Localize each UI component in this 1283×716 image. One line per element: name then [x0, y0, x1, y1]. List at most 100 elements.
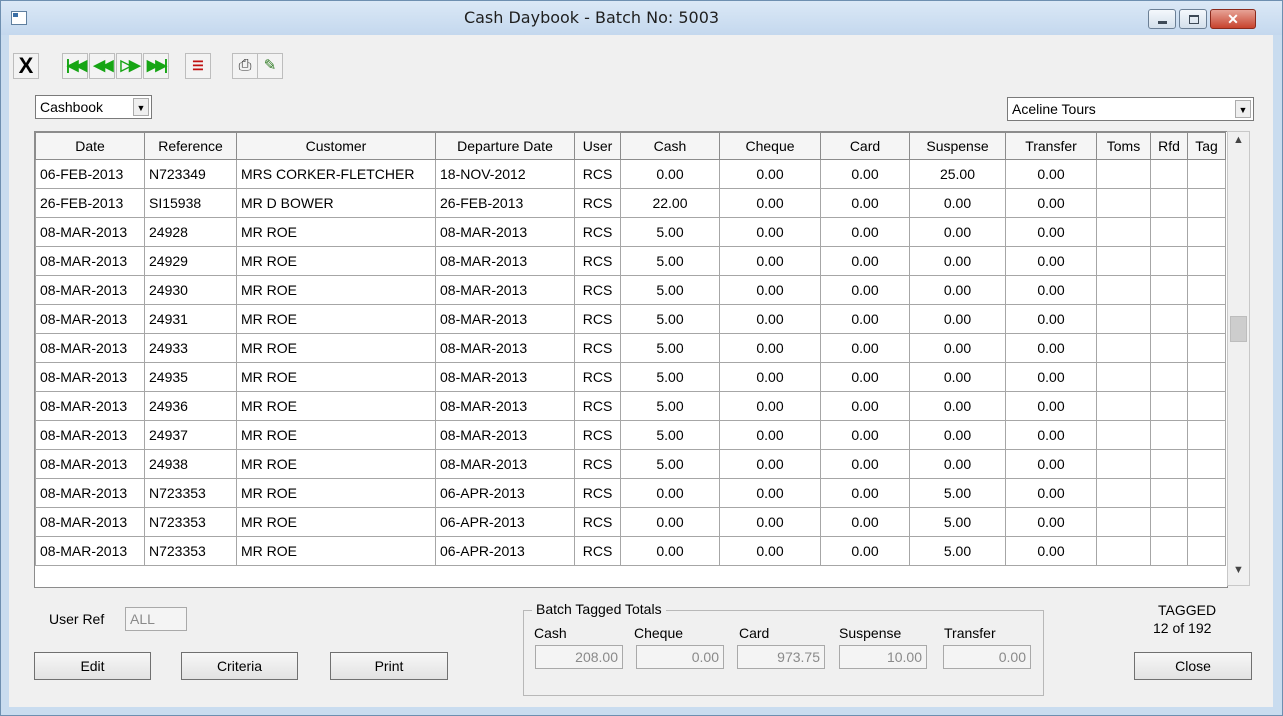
table-cell — [1187, 246, 1226, 276]
column-header[interactable]: Toms — [1096, 132, 1151, 160]
table-cell: 0.00 — [909, 304, 1006, 334]
table-cell — [1187, 217, 1226, 247]
chevron-down-icon[interactable]: ▼ — [133, 98, 149, 116]
table-cell: 08-MAR-2013 — [35, 304, 145, 334]
table-cell: MR ROE — [236, 304, 436, 334]
column-header[interactable]: Customer — [236, 132, 436, 160]
table-cell: 5.00 — [909, 507, 1006, 537]
table-row[interactable]: 08-MAR-2013 24933 MR ROE 08-MAR-2013 RCS 5.00… — [35, 333, 1226, 363]
table-cell: 0.00 — [719, 188, 821, 218]
table-row[interactable]: 26-FEB-2013 SI15938 MR D BOWER 26-FEB-2013 R… — [35, 188, 1226, 218]
table-row[interactable]: 06-FEB-2013 N723349 MRS CORKER-FLETCHER 18-… — [35, 159, 1226, 189]
column-header[interactable]: Transfer — [1005, 132, 1097, 160]
table-cell: 22.00 — [620, 188, 720, 218]
table-cell: 08-MAR-2013 — [435, 362, 575, 392]
next-record-icon[interactable]: ▷▶ — [116, 53, 142, 79]
form-view-icon[interactable]: ☰ — [185, 53, 211, 79]
column-header[interactable]: Rfd — [1150, 132, 1188, 160]
table-cell — [1150, 159, 1188, 189]
close-window-button[interactable]: ✕ — [1210, 9, 1256, 29]
table-cell: 25.00 — [909, 159, 1006, 189]
table-cell: 0.00 — [820, 275, 910, 305]
toolbar: X |◀◀ ◀◀ ▷▶ ▶▶| ☰ ⎙ ✎ — [9, 35, 1273, 89]
table-cell — [1096, 536, 1151, 566]
table-row[interactable]: 08-MAR-2013 24936 MR ROE 08-MAR-2013 RCS 5.00… — [35, 391, 1226, 421]
printer-icon[interactable]: ⎙ — [232, 53, 258, 79]
transactions-grid[interactable]: Date Reference Customer Departure Date U… — [34, 131, 1228, 588]
table-cell: 0.00 — [1005, 362, 1097, 392]
grid-scrollbar[interactable]: ▲ ▼ — [1227, 131, 1250, 586]
table-row[interactable]: 08-MAR-2013 24931 MR ROE 08-MAR-2013 RCS 5.00… — [35, 304, 1226, 334]
totals-suspense-field: 10.00 — [839, 645, 927, 669]
table-cell: 08-MAR-2013 — [35, 275, 145, 305]
table-cell — [1150, 449, 1188, 479]
last-record-icon[interactable]: ▶▶| — [143, 53, 169, 79]
window-title: Cash Daybook - Batch No: 5003 — [463, 8, 720, 27]
close-button[interactable]: Close — [1134, 652, 1252, 680]
table-cell: 0.00 — [909, 217, 1006, 247]
maximize-button[interactable] — [1179, 9, 1207, 29]
table-cell — [1150, 536, 1188, 566]
table-cell: 08-MAR-2013 — [35, 536, 145, 566]
table-cell: 0.00 — [909, 246, 1006, 276]
minimize-button[interactable] — [1148, 9, 1176, 29]
table-cell: 0.00 — [909, 449, 1006, 479]
table-cell: 08-MAR-2013 — [35, 246, 145, 276]
table-cell: 0.00 — [1005, 536, 1097, 566]
column-header[interactable]: User — [574, 132, 621, 160]
first-record-icon[interactable]: |◀◀ — [62, 53, 88, 79]
scroll-up-icon[interactable]: ▲ — [1228, 134, 1249, 152]
table-row[interactable]: 08-MAR-2013 24938 MR ROE 08-MAR-2013 RCS 5.00… — [35, 449, 1226, 479]
table-row[interactable]: 08-MAR-2013 24929 MR ROE 08-MAR-2013 RCS 5.00… — [35, 246, 1226, 276]
column-header[interactable]: Cash — [620, 132, 720, 160]
table-cell: 0.00 — [1005, 391, 1097, 421]
scroll-thumb[interactable] — [1230, 316, 1247, 342]
table-cell: 08-MAR-2013 — [435, 304, 575, 334]
table-row[interactable]: 08-MAR-2013 N723353 MR ROE 06-APR-2013 RCS 0.… — [35, 507, 1226, 537]
table-cell: 0.00 — [909, 391, 1006, 421]
table-row[interactable]: 08-MAR-2013 N723353 MR ROE 06-APR-2013 RCS 0.… — [35, 536, 1226, 566]
table-cell — [1187, 478, 1226, 508]
table-cell: 0.00 — [1005, 420, 1097, 450]
user-ref-field[interactable]: ALL — [125, 607, 187, 631]
column-header[interactable]: Suspense — [909, 132, 1006, 160]
table-cell: 0.00 — [820, 159, 910, 189]
table-cell: 24928 — [144, 217, 237, 247]
table-row[interactable]: 08-MAR-2013 24935 MR ROE 08-MAR-2013 RCS 5.00… — [35, 362, 1226, 392]
tagged-count: 12 of 192 — [1153, 620, 1212, 636]
table-cell: 0.00 — [909, 420, 1006, 450]
tool-icon[interactable]: ✎ — [257, 53, 283, 79]
table-cell: 0.00 — [909, 188, 1006, 218]
table-cell: MR D BOWER — [236, 188, 436, 218]
table-cell — [1187, 449, 1226, 479]
table-cell: 0.00 — [719, 159, 821, 189]
column-header[interactable]: Date — [35, 132, 145, 160]
table-row[interactable]: 08-MAR-2013 N723353 MR ROE 06-APR-2013 RCS 0.… — [35, 478, 1226, 508]
table-cell — [1096, 188, 1151, 218]
column-header[interactable]: Tag — [1187, 132, 1226, 160]
exit-icon[interactable]: X — [13, 53, 39, 79]
table-cell: N723349 — [144, 159, 237, 189]
table-row[interactable]: 08-MAR-2013 24928 MR ROE 08-MAR-2013 RCS 5.00… — [35, 217, 1226, 247]
book-select[interactable]: Cashbook ▼ — [35, 95, 152, 119]
print-button[interactable]: Print — [330, 652, 448, 680]
table-cell: N723353 — [144, 507, 237, 537]
column-header[interactable]: Card — [820, 132, 910, 160]
table-cell: 08-MAR-2013 — [435, 275, 575, 305]
table-row[interactable]: 08-MAR-2013 24937 MR ROE 08-MAR-2013 RCS 5.00… — [35, 420, 1226, 450]
table-cell: 08-MAR-2013 — [35, 333, 145, 363]
table-row[interactable]: 08-MAR-2013 24930 MR ROE 08-MAR-2013 RCS 5.00… — [35, 275, 1226, 305]
criteria-button[interactable]: Criteria — [181, 652, 298, 680]
column-header[interactable]: Departure Date — [435, 132, 575, 160]
previous-record-icon[interactable]: ◀◀ — [89, 53, 115, 79]
scroll-down-icon[interactable]: ▼ — [1228, 564, 1249, 582]
table-cell — [1187, 420, 1226, 450]
column-header[interactable]: Cheque — [719, 132, 821, 160]
table-cell: 0.00 — [1005, 449, 1097, 479]
chevron-down-icon[interactable]: ▼ — [1235, 100, 1251, 118]
table-cell: 08-MAR-2013 — [435, 420, 575, 450]
company-select[interactable]: Aceline Tours ▼ — [1007, 97, 1254, 121]
edit-button[interactable]: Edit — [34, 652, 151, 680]
table-cell: 24935 — [144, 362, 237, 392]
column-header[interactable]: Reference — [144, 132, 237, 160]
